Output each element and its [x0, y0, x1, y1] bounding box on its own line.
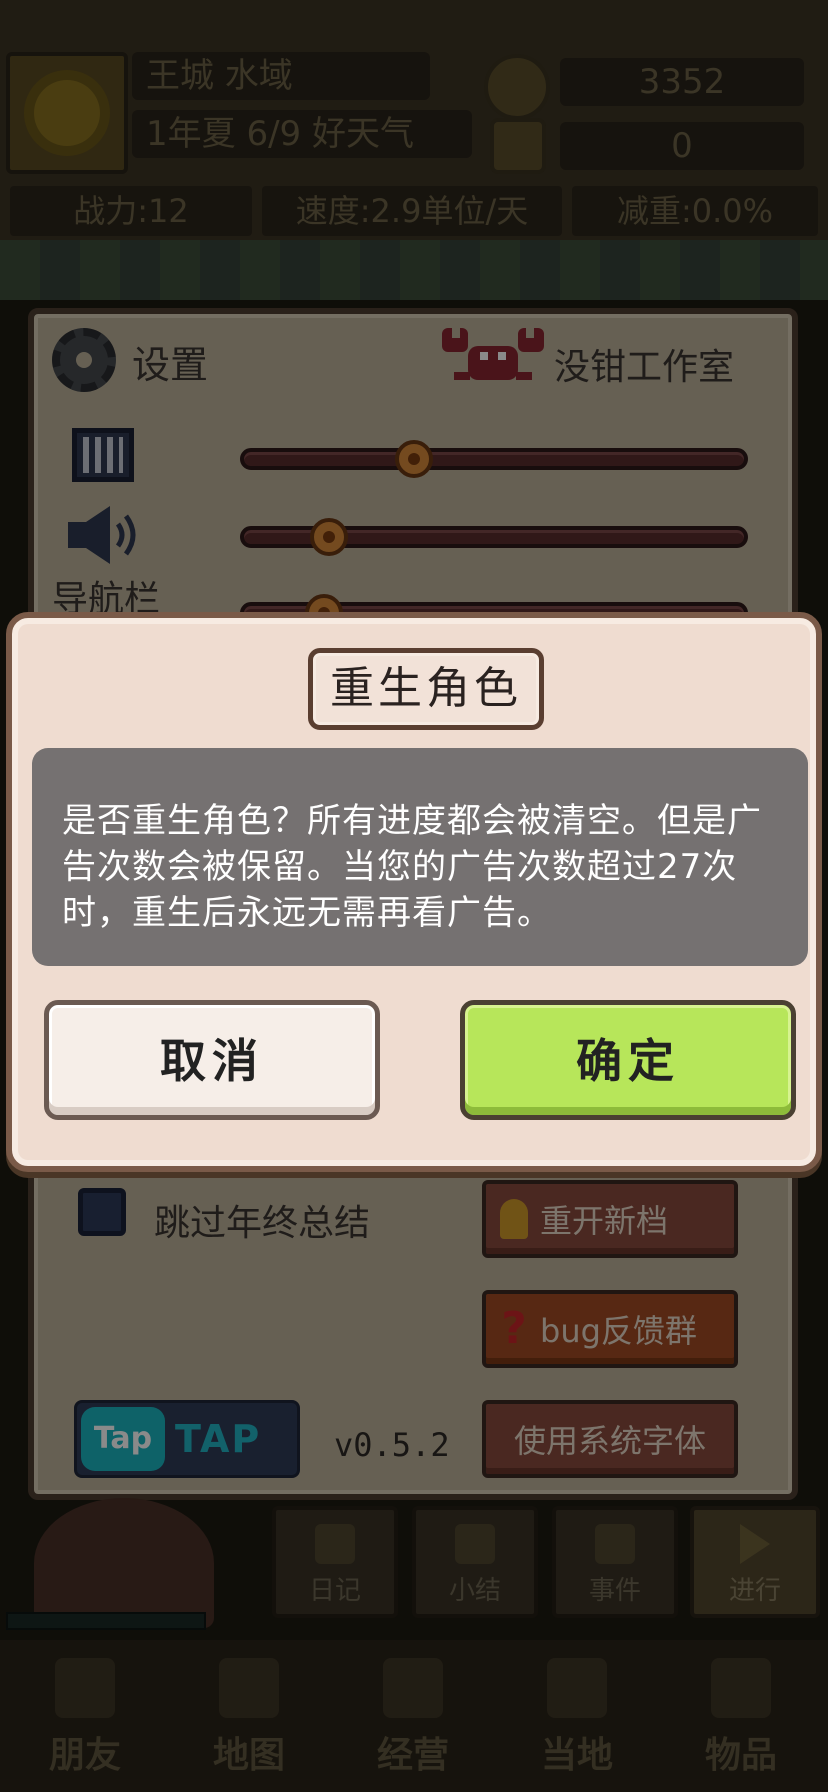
cancel-button[interactable]: 取消 — [44, 1000, 380, 1120]
dialog-message-box: 是否重生角色？所有进度都会被清空。但是广告次数会被保留。当您的广告次数超过27次… — [32, 748, 808, 966]
dialog-message: 是否重生角色？所有进度都会被清空。但是广告次数会被保留。当您的广告次数超过27次… — [62, 801, 762, 933]
confirm-button[interactable]: 确定 — [460, 1000, 796, 1120]
rebirth-dialog: 重生角色 是否重生角色？所有进度都会被清空。但是广告次数会被保留。当您的广告次数… — [6, 612, 822, 1172]
dialog-title: 重生角色 — [308, 648, 544, 730]
